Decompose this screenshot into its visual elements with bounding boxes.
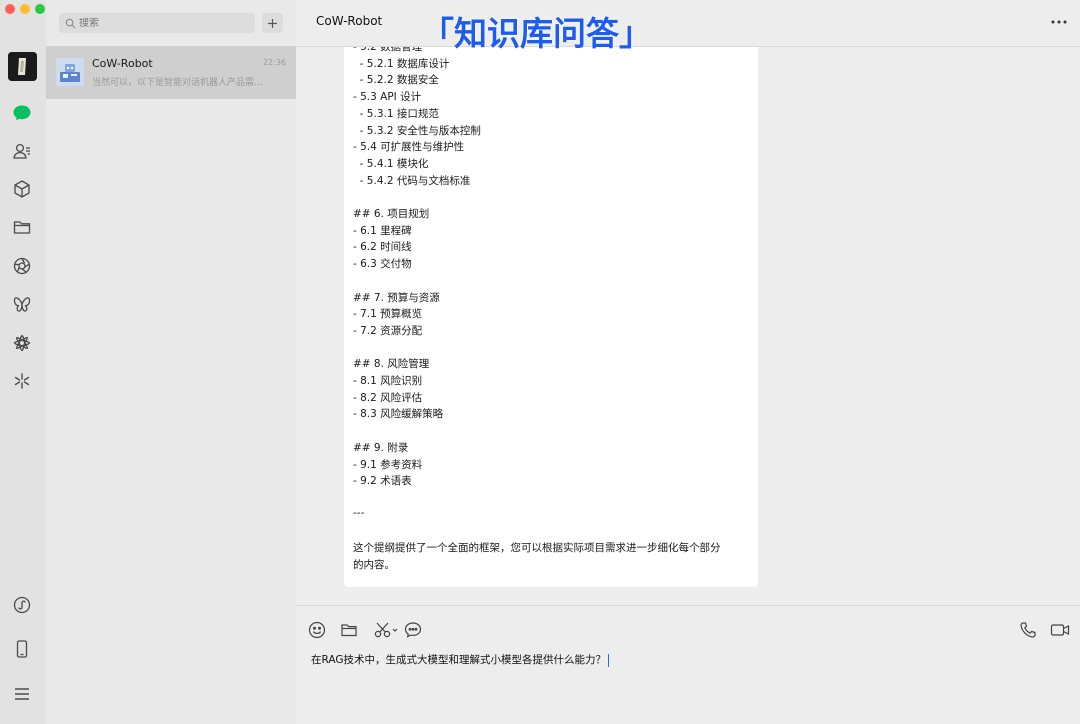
message-line: - 5.4.2 代码与文档标准	[353, 174, 471, 187]
message-line: ## 8. 风险管理	[353, 358, 430, 371]
message-line: - 5.4.1 模块化	[353, 157, 429, 170]
contacts-icon[interactable]	[11, 140, 33, 162]
folder-icon[interactable]	[11, 216, 33, 238]
screenshot-button[interactable]	[373, 620, 401, 640]
video-call-button[interactable]	[1050, 620, 1070, 640]
message-line: - 6.2 时间线	[353, 241, 412, 254]
file-button[interactable]	[339, 620, 359, 640]
message-line: 的内容。	[353, 558, 395, 571]
conversation-item[interactable]: CoW-Robot 22:36 当然可以，以下是智能对话机器人产品需…	[46, 46, 296, 99]
message-line: ## 9. 附录	[353, 441, 409, 454]
search-icon	[65, 17, 77, 29]
emoji-button[interactable]	[307, 620, 327, 640]
message-line: - 6.1 里程碑	[353, 224, 412, 237]
message-area[interactable]: - 5.2 数据管理 - 5.2.1 数据库设计 - 5.2.2 数据安全 - 5…	[296, 47, 1080, 605]
cube-icon[interactable]	[11, 178, 33, 200]
window-controls	[5, 4, 45, 14]
message-line: - 9.2 术语表	[353, 475, 412, 488]
message-line: - 9.1 参考资料	[353, 458, 423, 471]
phone-device-icon[interactable]	[11, 638, 33, 660]
message-line: - 8.2 风险评估	[353, 391, 423, 404]
scissors-icon	[374, 622, 398, 638]
message-input-value: 在RAG技术中，生成式大模型和理解式小模型各提供什么能力？	[311, 654, 607, 666]
message-line: 这个提纲提供了一个全面的框架，您可以根据实际项目需求进一步细化每个部分	[353, 542, 721, 554]
message-line: - 5.2 数据管理	[353, 47, 423, 53]
message-line: ## 6. 项目规划	[353, 208, 430, 220]
chat-header: CoW-Robot	[296, 0, 1080, 47]
conversation-preview: 当然可以，以下是智能对话机器人产品需…	[92, 78, 264, 88]
sidebar-rail	[0, 0, 46, 724]
chat-icon[interactable]	[11, 102, 33, 124]
wechat-window: CoW-Robot 22:36 当然可以，以下是智能对话机器人产品需… CoW-…	[0, 0, 1080, 724]
mini-program-icon[interactable]	[11, 594, 33, 616]
message-input[interactable]: 在RAG技术中，生成式大模型和理解式小模型各提供什么能力？	[311, 652, 610, 667]
chat-panel: CoW-Robot - 5.2 数据管理 - 5.2.1 数据库设计 - 5.2…	[296, 0, 1080, 724]
conversation-time: 22:36	[262, 58, 286, 67]
menu-icon[interactable]	[11, 683, 33, 705]
search-input[interactable]	[79, 17, 249, 29]
message-line: - 8.1 风险识别	[353, 375, 423, 387]
chat-title: CoW-Robot	[316, 14, 383, 28]
minimize-window-button[interactable]	[20, 4, 30, 14]
zoom-window-button[interactable]	[35, 4, 45, 14]
conversation-name: CoW-Robot	[92, 57, 153, 70]
aperture-icon[interactable]	[11, 255, 33, 277]
message-line: - 5.4 可扩展性与维护性	[353, 141, 465, 154]
emoji-icon	[308, 621, 326, 639]
search-box[interactable]	[59, 13, 255, 33]
composer: 在RAG技术中，生成式大模型和理解式小模型各提供什么能力？	[296, 605, 1080, 724]
message-line: ## 7. 预算与资源	[353, 291, 440, 304]
close-window-button[interactable]	[5, 4, 15, 14]
voice-call-button[interactable]	[1018, 620, 1038, 640]
robot-avatar	[56, 58, 84, 86]
chat-history-button[interactable]	[403, 620, 423, 640]
more-icon	[1051, 20, 1067, 24]
butterfly-icon[interactable]	[11, 293, 33, 315]
message-line: - 8.3 风险缓解策略	[353, 408, 444, 421]
message-bubble[interactable]: - 5.2 数据管理 - 5.2.1 数据库设计 - 5.2.2 数据安全 - 5…	[344, 47, 758, 587]
message-line: - 7.1 预算概览	[353, 308, 423, 321]
folder-icon	[341, 624, 357, 637]
user-avatar[interactable]	[8, 52, 37, 81]
message-line: - 5.2.2 数据安全	[353, 74, 439, 87]
video-icon	[1050, 624, 1070, 636]
message-line: - 5.3 API 设计	[353, 91, 422, 104]
message-line: - 6.3 交付物	[353, 258, 412, 271]
message-line: - 5.3.2 安全性与版本控制	[353, 124, 481, 137]
message-line: - 5.2.1 数据库设计	[353, 57, 450, 70]
phone-icon	[1020, 622, 1036, 638]
sparkle-icon[interactable]	[11, 370, 33, 392]
message-line: - 7.2 资源分配	[353, 324, 423, 337]
overlay-caption: 「知识库问答」	[421, 14, 652, 53]
more-options-button[interactable]	[1050, 14, 1068, 30]
chat-bubble-icon	[404, 622, 422, 638]
conversation-list: CoW-Robot 22:36 当然可以，以下是智能对话机器人产品需…	[46, 0, 297, 724]
message-line: - 5.3.1 接口规范	[353, 107, 439, 120]
settings-flower-icon[interactable]	[11, 332, 33, 354]
text-caret	[608, 653, 610, 667]
message-line: ---	[353, 506, 365, 519]
add-button[interactable]	[262, 13, 283, 33]
plus-icon	[268, 18, 277, 28]
